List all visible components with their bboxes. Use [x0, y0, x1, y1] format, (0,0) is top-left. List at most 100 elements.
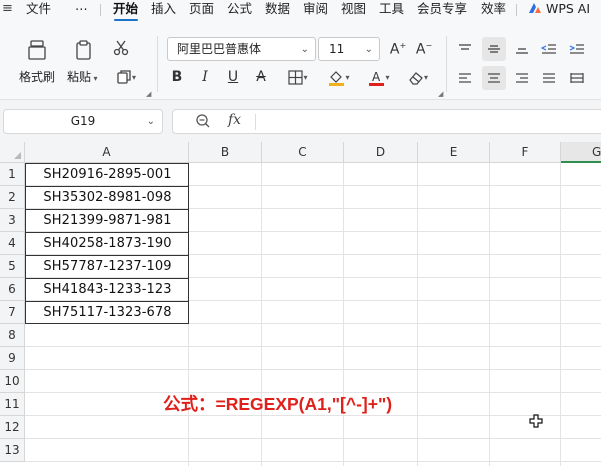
- cell-border: [25, 301, 189, 302]
- bold-button[interactable]: B: [167, 67, 187, 87]
- hamburger-icon[interactable]: ≡: [2, 1, 13, 19]
- column-header-d[interactable]: D: [344, 142, 418, 163]
- justify-button[interactable]: [539, 68, 559, 88]
- svg-text:A: A: [372, 70, 381, 84]
- borders-button[interactable]: ▾: [281, 67, 315, 87]
- cut-button[interactable]: [110, 37, 132, 59]
- menu-insert[interactable]: 插入: [151, 1, 176, 19]
- cell-a2[interactable]: SH35302-8981-098: [26, 186, 189, 209]
- row-header[interactable]: 7: [0, 301, 25, 324]
- decrease-indent-button[interactable]: [539, 39, 559, 59]
- cell-a7[interactable]: SH75117-1323-678: [26, 301, 189, 324]
- menu-bar: ≡ 文件 ⋯ 开始 插入 页面 公式 数据 审阅 视图 工具 会员专享 效率 W…: [0, 0, 601, 22]
- increase-font-size-button[interactable]: A+: [388, 39, 408, 59]
- underline-button[interactable]: U: [223, 67, 243, 87]
- distributed-align-icon: [570, 73, 584, 83]
- menu-page[interactable]: 页面: [189, 1, 214, 19]
- row-header[interactable]: 2: [0, 186, 25, 209]
- align-center-button[interactable]: [482, 66, 506, 90]
- font-dialog-launcher-icon[interactable]: ◢: [438, 90, 443, 98]
- underline-icon: U: [227, 69, 239, 85]
- row-header[interactable]: 12: [0, 416, 25, 439]
- chevron-down-icon: ⌄: [364, 44, 373, 55]
- cell-a6[interactable]: SH41843-1233-123: [26, 278, 189, 301]
- column-header-g[interactable]: G: [561, 142, 601, 163]
- name-box[interactable]: G19 ⌄: [3, 109, 163, 134]
- column-header-f[interactable]: F: [490, 142, 561, 163]
- row-header[interactable]: 13: [0, 439, 25, 462]
- italic-button[interactable]: I: [195, 67, 215, 87]
- format-painter-button[interactable]: [24, 38, 50, 62]
- column-header-a[interactable]: A: [25, 142, 189, 163]
- ribbon-toolbar: 格式刷 粘贴 ▾ ▾ ◢ 阿里巴巴普惠体 ⌄ 11 ⌄ A+ A− B I U …: [0, 22, 601, 100]
- clear-format-button[interactable]: ▾: [401, 67, 435, 87]
- menu-member[interactable]: 会员专享: [417, 1, 467, 19]
- chevron-down-icon: ▾: [385, 72, 390, 82]
- select-all-corner[interactable]: [0, 142, 25, 163]
- format-painter-icon: [28, 40, 46, 60]
- menu-formula[interactable]: 公式: [227, 1, 252, 19]
- menu-home[interactable]: 开始: [113, 1, 138, 19]
- paste-button[interactable]: [71, 38, 97, 62]
- chevron-down-icon: ▾: [131, 72, 136, 82]
- menu-wps-ai[interactable]: WPS AI: [528, 1, 590, 19]
- menu-data[interactable]: 数据: [265, 1, 290, 19]
- menu-file[interactable]: 文件: [26, 1, 51, 19]
- formula-annotation: 公式：=REGEXP(A1,"[^-]+"): [163, 394, 393, 414]
- menu-efficiency[interactable]: 效率: [481, 1, 506, 19]
- column-header-c[interactable]: C: [262, 142, 344, 163]
- gridline: [489, 163, 490, 466]
- cell-a4[interactable]: SH40258-1873-190: [26, 232, 189, 255]
- clipboard-dialog-launcher-icon[interactable]: ◢: [146, 90, 151, 98]
- align-right-button[interactable]: [512, 68, 532, 88]
- align-bottom-button[interactable]: [512, 39, 532, 59]
- gridline: [343, 163, 344, 466]
- decrease-font-size-button[interactable]: A−: [414, 39, 434, 59]
- paste-label[interactable]: 粘贴 ▾: [67, 68, 98, 85]
- cell-a1[interactable]: SH20916-2895-001: [26, 163, 189, 186]
- row-header[interactable]: 9: [0, 347, 25, 370]
- column-header-b[interactable]: B: [189, 142, 262, 163]
- row-header[interactable]: 4: [0, 232, 25, 255]
- menu-review[interactable]: 审阅: [303, 1, 328, 19]
- align-right-icon: [516, 73, 528, 83]
- copy-button[interactable]: ▾: [110, 67, 142, 87]
- font-size-select[interactable]: 11 ⌄: [318, 37, 380, 61]
- row-header[interactable]: 6: [0, 278, 25, 301]
- row-header[interactable]: 3: [0, 209, 25, 232]
- font-name-select[interactable]: 阿里巴巴普惠体 ⌄: [167, 37, 316, 61]
- gridline: [25, 438, 601, 439]
- font-size-value: 11: [329, 42, 345, 56]
- align-top-button[interactable]: [455, 39, 475, 59]
- copy-icon: [117, 70, 131, 84]
- spreadsheet-grid[interactable]: A B C D E F G 1 2 3 4 5 6 7 8 9 10 11 12…: [0, 142, 601, 466]
- column-header-e[interactable]: E: [418, 142, 490, 163]
- align-middle-icon: [488, 45, 500, 53]
- row-header[interactable]: 11: [0, 393, 25, 416]
- align-left-button[interactable]: [455, 68, 475, 88]
- cell-a5[interactable]: SH57787-1237-109: [26, 255, 189, 278]
- cell-border: [25, 209, 189, 210]
- formula-input[interactable]: fx: [172, 109, 601, 134]
- font-shrink-icon: A−: [415, 40, 433, 58]
- chevron-down-icon: ▾: [303, 72, 308, 82]
- row-header[interactable]: 1: [0, 163, 25, 186]
- row-header[interactable]: 8: [0, 324, 25, 347]
- zoom-icon[interactable]: [195, 113, 211, 133]
- strikethrough-button[interactable]: A: [251, 67, 271, 87]
- menu-view[interactable]: 视图: [341, 1, 366, 19]
- menu-more[interactable]: ⋯: [75, 1, 88, 19]
- font-color-button[interactable]: A ▾: [362, 67, 396, 87]
- font-color-icon: A: [369, 70, 385, 86]
- increase-indent-button[interactable]: [567, 39, 587, 59]
- cell-a3[interactable]: SH21399-9871-981: [26, 209, 189, 232]
- row-header[interactable]: 5: [0, 255, 25, 278]
- insert-function-button[interactable]: fx: [228, 112, 241, 128]
- distributed-align-button[interactable]: [567, 68, 587, 88]
- align-middle-button[interactable]: [482, 37, 506, 61]
- menu-tools[interactable]: 工具: [379, 1, 404, 19]
- wps-ai-label: WPS AI: [545, 1, 591, 16]
- fill-color-button[interactable]: ▾: [322, 67, 356, 87]
- row-header[interactable]: 10: [0, 370, 25, 393]
- gridline: [261, 163, 262, 466]
